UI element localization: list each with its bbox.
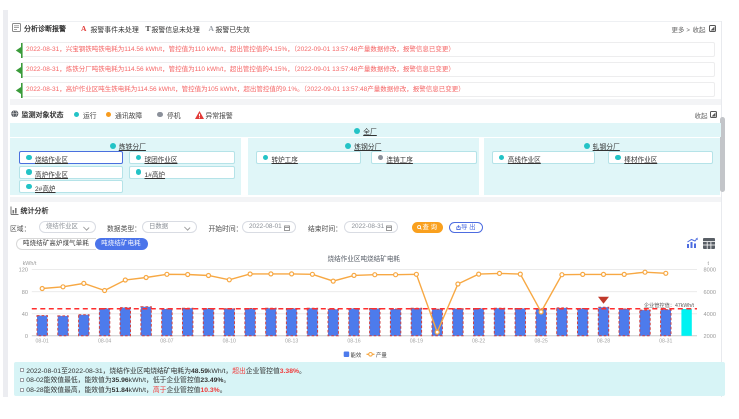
svg-text:08-13: 08-13 bbox=[285, 339, 298, 345]
svg-text:kWh/t: kWh/t bbox=[23, 261, 37, 267]
svg-text:08-28: 08-28 bbox=[597, 339, 610, 345]
svg-text:4000: 4000 bbox=[704, 312, 716, 318]
svg-text:08-04: 08-04 bbox=[98, 339, 111, 345]
svg-text:08-19: 08-19 bbox=[410, 339, 423, 345]
svg-text:6000: 6000 bbox=[704, 290, 716, 296]
svg-text:08-22: 08-22 bbox=[472, 339, 485, 345]
svg-text:产量: 产量 bbox=[376, 351, 387, 359]
svg-text:企业管控值：47kWh/t: 企业管控值：47kWh/t bbox=[644, 301, 695, 309]
svg-text:80: 80 bbox=[22, 290, 28, 296]
svg-text:8000: 8000 bbox=[704, 268, 716, 274]
svg-text:08-31: 08-31 bbox=[659, 339, 672, 345]
svg-text:t: t bbox=[708, 261, 710, 267]
svg-text:烧结作业区吨烧结矿电耗: 烧结作业区吨烧结矿电耗 bbox=[328, 254, 401, 263]
svg-text:0: 0 bbox=[25, 334, 28, 340]
svg-text:08-10: 08-10 bbox=[223, 339, 236, 345]
svg-text:2000: 2000 bbox=[704, 334, 716, 340]
svg-text:08-01: 08-01 bbox=[36, 339, 49, 345]
svg-text:08-25: 08-25 bbox=[534, 339, 547, 345]
svg-text:40: 40 bbox=[22, 312, 28, 318]
svg-text:08-16: 08-16 bbox=[347, 339, 360, 345]
svg-text:能效: 能效 bbox=[351, 351, 362, 359]
svg-text:120: 120 bbox=[19, 268, 28, 274]
svg-text:08-07: 08-07 bbox=[160, 339, 173, 345]
